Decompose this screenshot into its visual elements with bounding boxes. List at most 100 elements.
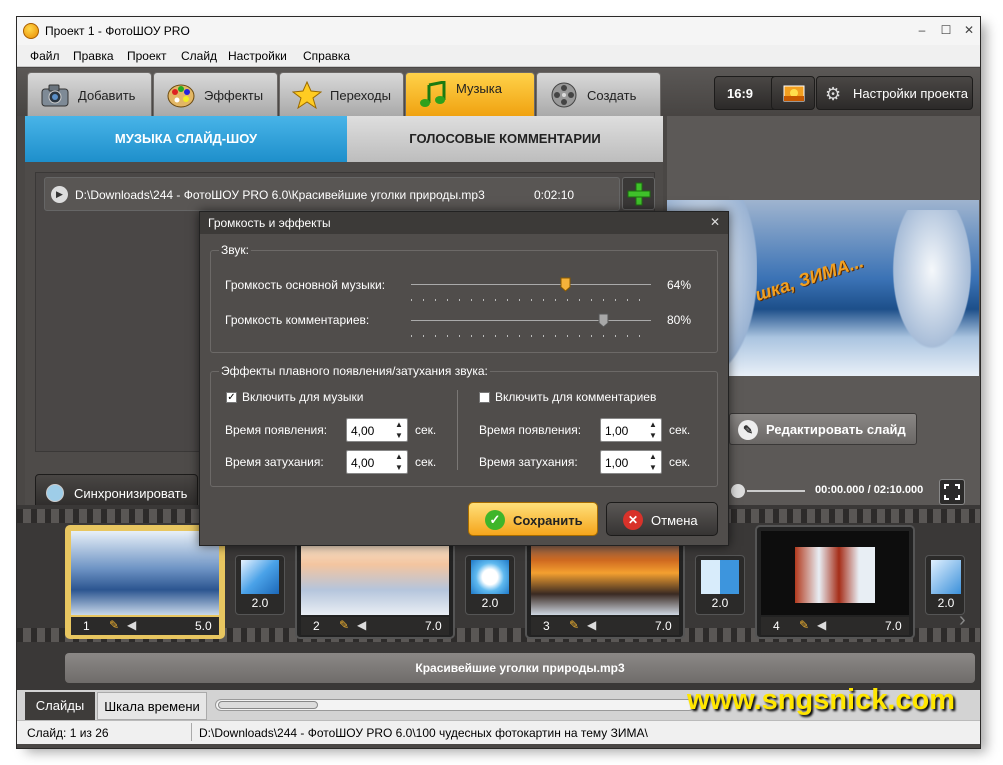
sound-group-title: Звук:	[219, 243, 251, 257]
transition-thumbnail[interactable]: 2.0	[235, 555, 285, 615]
dialog-title: Громкость и эффекты	[208, 216, 331, 230]
enable-comments-label: Включить для комментариев	[495, 390, 657, 404]
menu-settings[interactable]: Настройки	[228, 49, 287, 63]
audio-track-bar[interactable]: Красивейшие уголки природы.mp3	[65, 653, 975, 683]
background-image-button[interactable]	[771, 76, 815, 110]
music-fade-out-value: 4,00	[351, 456, 375, 470]
slide-duration: 7.0	[425, 619, 442, 633]
speaker-icon[interactable]: ◀	[817, 618, 826, 632]
pencil-icon[interactable]: ✎	[109, 618, 119, 632]
music-volume-thumb[interactable]	[560, 277, 571, 292]
minimize-button[interactable]: –	[912, 21, 932, 39]
pencil-icon[interactable]: ✎	[799, 618, 809, 632]
slide-thumbnail[interactable]: 4 ✎ ◀ 7.0	[755, 525, 915, 639]
pencil-icon[interactable]: ✎	[569, 618, 579, 632]
cancel-button[interactable]: ✕ Отмена	[606, 502, 718, 536]
music-note-icon	[420, 81, 446, 107]
playback-slider[interactable]	[747, 490, 805, 492]
decrease-icon[interactable]: ▼	[394, 463, 404, 472]
aspect-ratio-button[interactable]: 16:9	[714, 76, 777, 110]
sec-unit: сек.	[669, 423, 691, 437]
music-fade-out-stepper[interactable]: 4,00 ▲ ▼	[346, 450, 408, 474]
pencil-icon[interactable]: ✎	[339, 618, 349, 632]
comment-volume-label: Громкость комментариев:	[225, 313, 370, 327]
save-label: Сохранить	[513, 513, 583, 528]
comment-fade-in-label: Время появления:	[479, 423, 582, 437]
menu-help[interactable]: Справка	[303, 49, 350, 63]
edit-slide-button[interactable]: ✎ Редактировать слайд	[729, 413, 917, 445]
menu-slide[interactable]: Слайд	[181, 49, 217, 63]
enable-music-checkbox[interactable]: ✓	[226, 392, 237, 403]
clock-icon	[46, 484, 64, 502]
scrollbar-thumb[interactable]	[218, 701, 318, 709]
tab-voice-comments[interactable]: ГОЛОСОВЫЕ КОММЕНТАРИИ	[347, 116, 663, 162]
speaker-icon[interactable]: ◀	[587, 618, 596, 632]
decrease-icon[interactable]: ▼	[394, 431, 404, 440]
tab-slides[interactable]: Слайды	[25, 692, 95, 720]
gear-icon: ⚙	[825, 84, 842, 104]
landscape-image-icon	[783, 85, 805, 102]
slide-number: 2	[313, 619, 320, 633]
slide-info-bar: 4 ✎ ◀ 7.0	[761, 617, 909, 635]
music-volume-slider[interactable]	[411, 284, 651, 285]
comment-fade-in-stepper[interactable]: 1,00 ▲ ▼	[600, 418, 662, 442]
enable-music-label: Включить для музыки	[242, 390, 364, 404]
track-path: D:\Downloads\244 - ФотоШОУ PRO 6.0\Краси…	[75, 188, 485, 202]
increase-icon[interactable]: ▲	[648, 420, 658, 429]
increase-icon[interactable]: ▲	[394, 452, 404, 461]
scroll-right-arrow-icon[interactable]: ›	[959, 609, 966, 632]
slide-duration: 5.0	[195, 619, 212, 633]
tab-create[interactable]: Создать	[536, 72, 661, 116]
volume-effects-dialog: Громкость и эффекты ✕ Звук: Громкость ос…	[199, 211, 729, 546]
maximize-button[interactable]: ☐	[936, 21, 956, 39]
close-window-button[interactable]: ✕	[959, 21, 979, 39]
transition-thumbnail[interactable]: 2.0	[695, 555, 745, 615]
sync-label: Синхронизировать	[74, 486, 188, 501]
increase-icon[interactable]: ▲	[394, 420, 404, 429]
project-settings-button[interactable]: ⚙ Настройки проекта	[816, 76, 973, 110]
project-settings-label: Настройки проекта	[853, 86, 968, 101]
tab-label: Переходы	[330, 88, 391, 103]
add-music-button[interactable]	[622, 177, 655, 210]
fullscreen-button[interactable]	[939, 479, 965, 505]
music-volume-value: 64%	[667, 278, 692, 292]
list-item[interactable]: ▶ D:\Downloads\244 - ФотоШОУ PRO 6.0\Кра…	[44, 177, 620, 211]
increase-icon[interactable]: ▲	[648, 452, 658, 461]
music-fade-in-stepper[interactable]: 4,00 ▲ ▼	[346, 418, 408, 442]
tab-label: Музыка	[456, 81, 502, 96]
enable-comments-checkbox[interactable]	[479, 392, 490, 403]
slide-info-bar: 2 ✎ ◀ 7.0	[301, 617, 449, 635]
menu-project[interactable]: Проект	[127, 49, 167, 63]
save-button[interactable]: ✓ Сохранить	[468, 502, 598, 536]
tab-slideshow-music[interactable]: МУЗЫКА СЛАЙД-ШОУ	[25, 116, 347, 162]
transition-duration: 2.0	[481, 596, 499, 610]
tab-effects[interactable]: Эффекты	[153, 72, 278, 116]
play-icon[interactable]: ▶	[51, 186, 68, 203]
tab-music[interactable]: Музыка	[405, 72, 535, 116]
comment-fade-out-stepper[interactable]: 1,00 ▲ ▼	[600, 450, 662, 474]
playback-slider-thumb[interactable]	[731, 484, 745, 498]
star-icon	[292, 81, 322, 109]
menu-file[interactable]: Файл	[30, 49, 60, 63]
dialog-close-button[interactable]: ✕	[710, 215, 720, 229]
speaker-icon[interactable]: ◀	[127, 618, 136, 632]
comment-volume-thumb[interactable]	[598, 313, 609, 328]
fade-effects-group: Эффекты плавного появления/затухания зву…	[210, 364, 718, 487]
tab-timeline[interactable]: Шкала времени	[97, 692, 207, 720]
comment-volume-ticks	[411, 335, 651, 337]
menu-edit[interactable]: Правка	[73, 49, 114, 63]
app-window: Проект 1 - ФотоШОУ PRO – ☐ ✕ Файл Правка…	[16, 16, 981, 749]
speaker-icon[interactable]: ◀	[357, 618, 366, 632]
horizontal-scrollbar[interactable]	[215, 699, 695, 711]
decrease-icon[interactable]: ▼	[648, 463, 658, 472]
tab-add[interactable]: Добавить	[27, 72, 152, 116]
menu-bar: Файл Правка Проект Слайд Настройки Справ…	[17, 45, 980, 67]
comment-volume-slider[interactable]	[411, 320, 651, 321]
transition-duration: 2.0	[711, 596, 729, 610]
transition-thumbnail[interactable]: 2.0	[465, 555, 515, 615]
app-logo-icon	[23, 23, 39, 39]
transition-thumbnail[interactable]: 2.0	[925, 555, 965, 615]
watermark: www.sngsnick.com	[687, 684, 956, 716]
tab-transitions[interactable]: Переходы	[279, 72, 404, 116]
decrease-icon[interactable]: ▼	[648, 431, 658, 440]
